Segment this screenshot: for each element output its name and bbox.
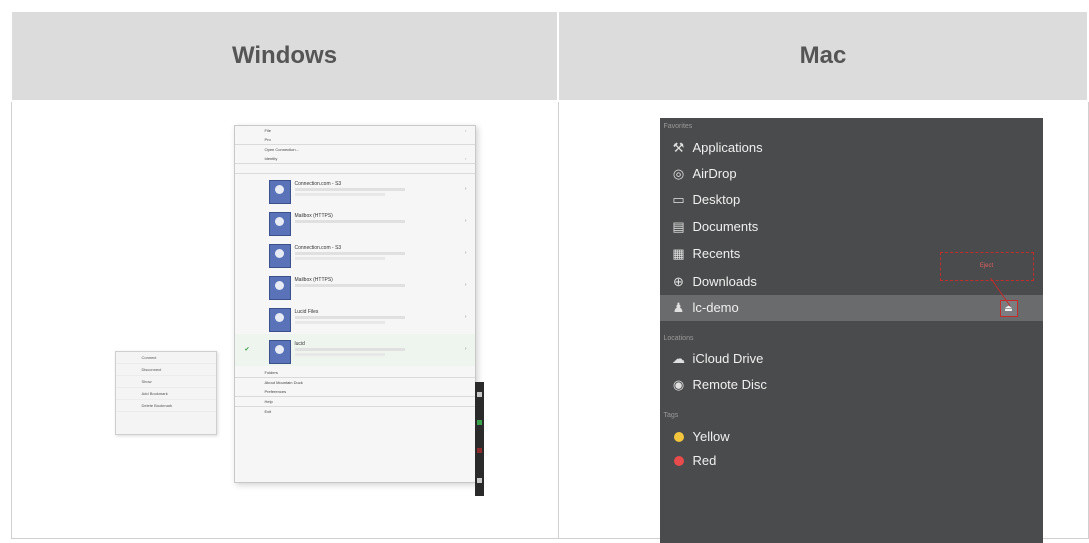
documents-icon: ▤ xyxy=(672,219,685,234)
desktop-icon: ▭ xyxy=(672,192,685,207)
menu-item[interactable]: Pro xyxy=(234,135,475,145)
bookmark-item[interactable]: Connection.com - S3 › xyxy=(235,174,475,206)
bookmark-avatar-icon xyxy=(268,180,291,204)
tray-app-icon[interactable] xyxy=(476,478,482,483)
bookmark-item[interactable]: Connection.com - S3 › xyxy=(235,238,475,270)
chevron-right-icon: › xyxy=(464,346,467,352)
sidebar-item-documents[interactable]: ▤ Documents xyxy=(660,214,1043,240)
tray-app-icon[interactable] xyxy=(476,420,482,425)
chevron-right-icon: › xyxy=(464,282,467,288)
yellow-tag-icon xyxy=(672,430,686,444)
chevron-right-icon: › xyxy=(464,314,467,320)
sidebar-section-tags: Tags xyxy=(663,412,679,419)
windows-column-header: Windows xyxy=(10,10,559,102)
tray-app-icon[interactable] xyxy=(476,392,482,397)
icloud-icon: ☁ xyxy=(672,351,685,366)
sidebar-item-tag-yellow[interactable]: Yellow xyxy=(660,424,1043,450)
sidebar-item-tag-red[interactable]: Red xyxy=(660,448,1043,474)
tray-context-menu: Connect Disconnect Show Add Bookmark Del… xyxy=(114,351,217,435)
checkmark-icon: ✔ xyxy=(244,347,250,353)
red-tag-icon xyxy=(672,454,686,468)
menu-item[interactable]: Identity › xyxy=(234,154,475,164)
bookmark-avatar-icon xyxy=(268,244,291,268)
chevron-right-icon: › xyxy=(465,128,467,133)
chevron-right-icon: › xyxy=(464,250,467,256)
airdrop-icon: ◎ xyxy=(672,166,685,181)
tray-app-icon[interactable] xyxy=(476,448,482,453)
os-comparison-table: Windows Mac Connect Disconnect Show Add … xyxy=(10,10,1089,543)
chevron-right-icon: › xyxy=(464,186,467,192)
chevron-right-icon: › xyxy=(465,156,467,161)
sidebar-item-remote-disc[interactable]: ◉ Remote Disc xyxy=(660,372,1043,398)
recents-icon: ▦ xyxy=(672,246,685,261)
comparison-page: Windows Mac Connect Disconnect Show Add … xyxy=(0,0,1089,543)
mountain-duck-menu: File › Pro Open Connection... Identity › C… xyxy=(233,125,476,483)
taskbar-strip xyxy=(474,382,484,496)
windows-screenshot-cell: Connect Disconnect Show Add Bookmark Del… xyxy=(10,100,559,539)
menu-item[interactable]: Exit xyxy=(235,407,475,416)
sidebar-item-desktop[interactable]: ▭ Desktop xyxy=(660,187,1043,213)
sidebar-item-icloud-drive[interactable]: ☁ iCloud Drive xyxy=(660,346,1043,372)
sidebar-section-locations: Locations xyxy=(663,335,694,342)
chevron-right-icon: › xyxy=(464,218,467,224)
tray-menu-item[interactable]: Delete Bookmark xyxy=(115,400,216,412)
sidebar-item-airdrop[interactable]: ◎ AirDrop xyxy=(660,161,1043,187)
tray-menu-item[interactable]: Connect xyxy=(115,352,216,364)
tray-menu-item[interactable]: Add Bookmark xyxy=(115,388,216,400)
bookmark-item[interactable]: Mailbox (HTTPS) › xyxy=(235,270,475,302)
bookmark-avatar-icon xyxy=(268,308,291,332)
tray-menu-item[interactable]: Show xyxy=(115,376,216,388)
bookmark-avatar-icon xyxy=(268,340,291,364)
sidebar-item-lc-demo[interactable]: ♟ lc-demo ⏏ xyxy=(659,295,1043,321)
menu-item[interactable] xyxy=(234,164,475,174)
bookmark-item[interactable]: Lucid Files › xyxy=(235,302,475,334)
menu-item[interactable]: Help xyxy=(234,397,475,407)
bookmark-item-active[interactable]: ✔ lucid › xyxy=(234,334,475,366)
bookmark-avatar-icon xyxy=(268,276,291,300)
finder-sidebar: Favorites ⚒ Applications ◎ AirDrop ▭ Des… xyxy=(659,118,1043,543)
applications-icon: ⚒ xyxy=(672,140,685,155)
windows-screenshot: Connect Disconnect Show Add Bookmark Del… xyxy=(12,102,558,538)
mac-column-header: Mac xyxy=(557,10,1089,102)
drive-icon: ♟ xyxy=(672,300,685,315)
bookmark-item[interactable]: Mailbox (HTTPS) › xyxy=(235,206,475,238)
tray-menu-item[interactable]: Disconnect xyxy=(115,364,216,376)
sidebar-item-applications[interactable]: ⚒ Applications xyxy=(660,135,1043,161)
downloads-icon: ⊕ xyxy=(673,274,684,289)
menu-item[interactable]: Preferences xyxy=(234,387,475,397)
bookmark-avatar-icon xyxy=(268,212,291,236)
menu-item[interactable]: File › xyxy=(235,126,475,135)
menu-item[interactable]: Folders xyxy=(234,368,475,378)
eject-callout: Eject xyxy=(939,252,1034,281)
disc-icon: ◉ xyxy=(672,377,685,392)
sidebar-section-favorites: Favorites xyxy=(663,123,693,130)
mac-screenshot-cell: Favorites ⚒ Applications ◎ AirDrop ▭ Des… xyxy=(557,100,1089,543)
menu-item[interactable]: Open Connection... xyxy=(235,145,475,154)
menu-item[interactable]: About Mountain Duck xyxy=(235,378,475,387)
